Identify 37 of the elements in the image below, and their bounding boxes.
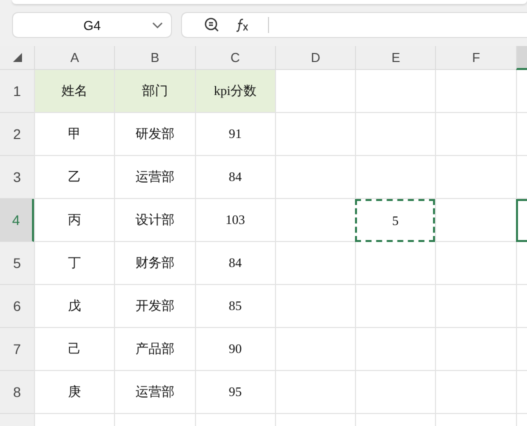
column-header[interactable]: B <box>114 46 195 70</box>
row-header[interactable]: 4 <box>0 199 34 242</box>
table-cell: 戊 <box>34 285 114 328</box>
table-cell: 财务部 <box>114 242 195 285</box>
table-cell: 84 <box>194 242 275 285</box>
table-cell: kpi分数 <box>194 70 275 113</box>
name-box[interactable]: G4 <box>12 12 172 38</box>
zoom-icon[interactable] <box>204 17 220 33</box>
table-cell: 84 <box>194 156 275 199</box>
table-cell: 运营部 <box>114 156 195 199</box>
table-cell: 己 <box>34 328 114 371</box>
table-cell: 5 <box>355 199 436 242</box>
table-cell: 103 <box>194 199 275 242</box>
function-icon[interactable] <box>234 17 250 33</box>
table-cell: 开发部 <box>114 285 195 328</box>
table-cell: 庚 <box>34 371 114 414</box>
table-cell: 丙 <box>34 199 114 242</box>
table-cell: 部门 <box>114 70 195 113</box>
select-all-icon[interactable] <box>12 53 22 62</box>
column-header[interactable]: D <box>274 46 356 70</box>
column-header[interactable]: F <box>435 46 516 70</box>
table-cell: 甲 <box>34 113 114 156</box>
table-cell: 运营部 <box>114 371 195 414</box>
caret-icon <box>152 22 163 29</box>
column-header[interactable]: C <box>194 46 275 70</box>
column-header[interactable]: A <box>34 46 114 70</box>
table-cell: 95 <box>194 371 275 414</box>
table-cell: 乙 <box>34 156 114 199</box>
table-cell: 85 <box>194 285 275 328</box>
table-cell: 研发部 <box>114 113 195 156</box>
column-header[interactable]: E <box>355 46 436 70</box>
table-cell: 91 <box>194 113 275 156</box>
table-cell: 丁 <box>34 242 114 285</box>
table-cell: 90 <box>194 328 275 371</box>
table-cell: 设计部 <box>114 199 195 242</box>
table-cell: 姓名 <box>34 70 114 113</box>
table-cell: 产品部 <box>114 328 195 371</box>
